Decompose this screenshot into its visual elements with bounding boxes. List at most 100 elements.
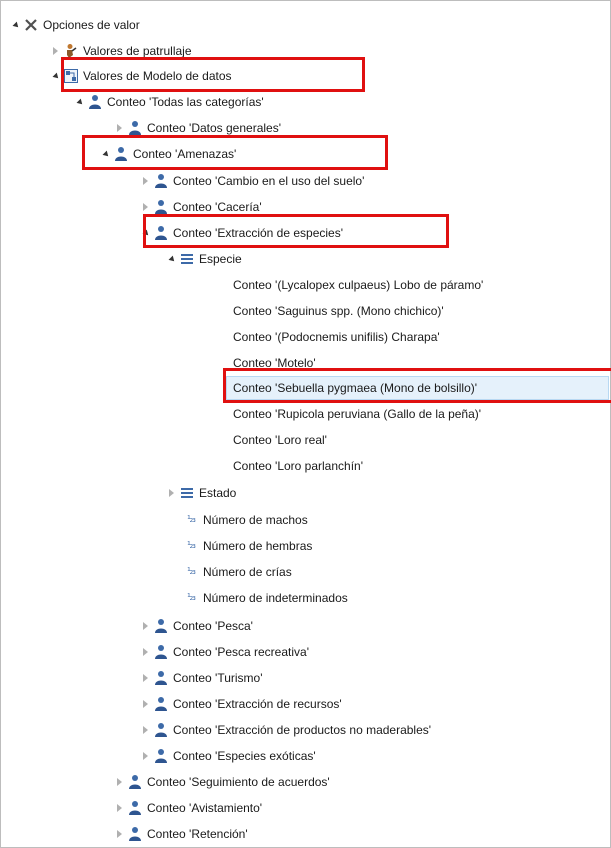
- tree-node-patrol-values[interactable]: Valores de patrullaje: [47, 40, 192, 62]
- tree-label: Conteo 'Avistamiento': [147, 801, 263, 815]
- expand-toggle[interactable]: [137, 641, 153, 663]
- tree-label: Conteo 'Extracción de productos no mader…: [173, 723, 432, 737]
- person-count-icon: [153, 748, 169, 764]
- tree-node-all-categories[interactable]: Conteo 'Todas las categorías': [71, 91, 264, 113]
- tree-node-threat-child[interactable]: Conteo 'Pesca recreativa': [137, 641, 309, 663]
- tree-node-species-item[interactable]: Conteo '(Podocnemis unifilis) Charapa': [233, 326, 440, 348]
- number-icon: ¹₂₃: [187, 593, 196, 603]
- tree-node-number-attribute[interactable]: ¹₂₃ Número de machos: [183, 509, 308, 531]
- expand-toggle[interactable]: [137, 170, 153, 192]
- expand-toggle[interactable]: [163, 248, 179, 270]
- expand-toggle[interactable]: [137, 222, 153, 244]
- tree-label: Conteo 'Extracción de recursos': [173, 697, 342, 711]
- tree-node-root[interactable]: Opciones de valor: [7, 14, 140, 36]
- tree-label: Conteo 'Saguinus spp. (Mono chichico)': [233, 304, 444, 318]
- person-count-icon: [153, 644, 169, 660]
- tree-label: Conteo 'Loro real': [233, 433, 327, 447]
- person-count-icon: [153, 670, 169, 686]
- tree-node-land-use[interactable]: Conteo 'Cambio en el uso del suelo': [137, 170, 364, 192]
- tree-node-threat-child[interactable]: Conteo 'Especies exóticas': [137, 745, 316, 767]
- tree-label: Valores de patrullaje: [83, 44, 192, 58]
- tree-node-threat-child[interactable]: Conteo 'Pesca': [137, 615, 253, 637]
- tree-label: Conteo 'Extracción de especies': [173, 226, 344, 240]
- tree-label: Conteo 'Cacería': [173, 200, 262, 214]
- tree-node-species-item[interactable]: Conteo 'Saguinus spp. (Mono chichico)': [233, 300, 444, 322]
- expand-toggle[interactable]: [137, 196, 153, 218]
- tree-label: Conteo 'Rupicola peruviana (Gallo de la …: [233, 407, 482, 421]
- tree-node-threats[interactable]: Conteo 'Amenazas': [97, 143, 236, 165]
- tree-label: Conteo 'Turismo': [173, 671, 263, 685]
- expand-toggle[interactable]: [97, 143, 113, 165]
- tree-node-number-attribute[interactable]: ¹₂₃ Número de hembras: [183, 535, 312, 557]
- tree-node-number-attribute[interactable]: ¹₂₃ Número de indeterminados: [183, 587, 348, 609]
- tree-label: Conteo 'Pesca': [173, 619, 253, 633]
- tree-label: Número de hembras: [203, 539, 313, 553]
- expand-toggle[interactable]: [137, 667, 153, 689]
- person-count-icon: [127, 774, 143, 790]
- expand-toggle[interactable]: [47, 40, 63, 62]
- tree-label: Opciones de valor: [43, 18, 140, 32]
- tree-label: Estado: [199, 486, 237, 500]
- expand-toggle[interactable]: [71, 91, 87, 113]
- tree-label: Valores de Modelo de datos: [83, 69, 232, 83]
- expand-toggle[interactable]: [111, 797, 127, 819]
- tree-label: Conteo 'Amenazas': [133, 147, 237, 161]
- tree-node-species-extraction[interactable]: Conteo 'Extracción de especies': [137, 222, 343, 244]
- expand-toggle[interactable]: [137, 719, 153, 741]
- tree-node-threat-child[interactable]: Conteo 'Extracción de recursos': [137, 693, 342, 715]
- tree-node-category[interactable]: Conteo 'Retención': [111, 823, 248, 845]
- tree-label: Conteo '(Podocnemis unifilis) Charapa': [233, 330, 440, 344]
- expand-toggle[interactable]: [47, 65, 63, 87]
- tree-node-threat-child[interactable]: Conteo 'Turismo': [137, 667, 263, 689]
- tree-label: Conteo 'Pesca recreativa': [173, 645, 309, 659]
- tree-node-species-item[interactable]: Conteo 'Motelo': [233, 352, 316, 374]
- list-icon: [179, 485, 195, 501]
- tree-node-state[interactable]: Estado: [163, 482, 236, 504]
- expand-toggle[interactable]: [163, 482, 179, 504]
- datamodel-icon: [63, 68, 79, 84]
- expand-toggle[interactable]: [137, 745, 153, 767]
- tree-panel: Opciones de valor Valores de patrullaje …: [0, 0, 611, 848]
- expand-toggle[interactable]: [137, 615, 153, 637]
- expand-toggle[interactable]: [111, 117, 127, 139]
- tree-node-number-attribute[interactable]: ¹₂₃ Número de crías: [183, 561, 292, 583]
- patrol-icon: [63, 43, 79, 59]
- tree-label: Número de crías: [203, 565, 292, 579]
- list-icon: [179, 251, 195, 267]
- number-icon: ¹₂₃: [187, 541, 196, 551]
- tree-label: Número de indeterminados: [203, 591, 348, 605]
- tree-node-species-item[interactable]: Conteo 'Rupicola peruviana (Gallo de la …: [233, 403, 481, 425]
- tree-node-species[interactable]: Especie: [163, 248, 242, 270]
- tree-label: Conteo 'Motelo': [233, 356, 316, 370]
- person-count-icon: [153, 173, 169, 189]
- tree-label: Número de machos: [203, 513, 308, 527]
- number-icon: ¹₂₃: [187, 567, 196, 577]
- tree-node-species-item[interactable]: Conteo 'Loro parlanchín': [233, 455, 363, 477]
- person-count-icon: [153, 722, 169, 738]
- tree-label: Conteo 'Seguimiento de acuerdos': [147, 775, 330, 789]
- person-count-icon: [127, 120, 143, 136]
- tree-node-species-item[interactable]: Conteo '(Lycalopex culpaeus) Lobo de pár…: [233, 274, 483, 296]
- tree-label: Conteo 'Cambio en el uso del suelo': [173, 174, 365, 188]
- tree-label: Conteo 'Todas las categorías': [107, 95, 264, 109]
- tree-label: Conteo 'Especies exóticas': [173, 749, 316, 763]
- tree-node-species-item-selected[interactable]: Conteo 'Sebuella pygmaea (Mono de bolsil…: [226, 376, 609, 400]
- expand-toggle[interactable]: [111, 771, 127, 793]
- tree-node-category[interactable]: Conteo 'Avistamiento': [111, 797, 262, 819]
- tree-node-general-data[interactable]: Conteo 'Datos generales': [111, 117, 281, 139]
- tree-node-threat-child[interactable]: Conteo 'Extracción de productos no mader…: [137, 719, 431, 741]
- expand-toggle[interactable]: [111, 823, 127, 845]
- expand-toggle[interactable]: [137, 693, 153, 715]
- person-count-icon: [127, 800, 143, 816]
- tree-node-hunting[interactable]: Conteo 'Cacería': [137, 196, 262, 218]
- tree-node-category[interactable]: Conteo 'Seguimiento de acuerdos': [111, 771, 330, 793]
- tree-label: Conteo 'Datos generales': [147, 121, 281, 135]
- expand-toggle[interactable]: [7, 14, 23, 36]
- tree-node-datamodel-values[interactable]: Valores de Modelo de datos: [47, 65, 232, 87]
- person-count-icon: [153, 199, 169, 215]
- tree-label: Especie: [199, 252, 242, 266]
- tree-node-species-item[interactable]: Conteo 'Loro real': [233, 429, 327, 451]
- person-count-icon: [153, 696, 169, 712]
- person-count-icon: [153, 618, 169, 634]
- person-count-icon: [113, 146, 129, 162]
